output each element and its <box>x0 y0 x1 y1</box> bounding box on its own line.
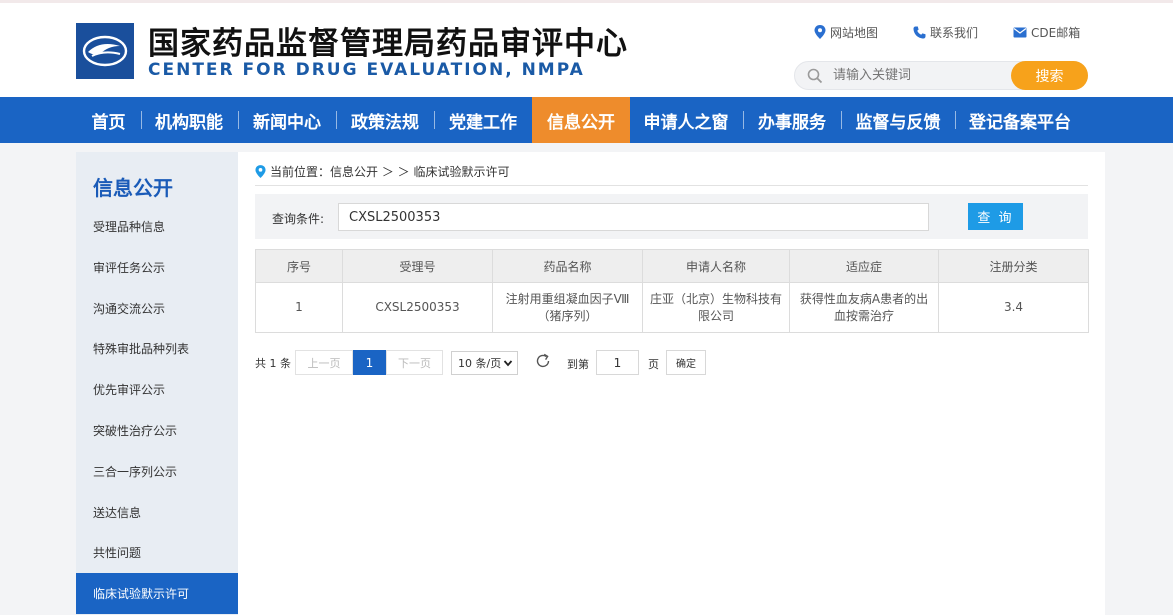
sitemap-label: 网站地图 <box>830 25 879 40</box>
site-header: 国家药品监督管理局药品审评中心 CENTER FOR DRUG EVALUATI… <box>0 0 1173 97</box>
sidebar-item-review-tasks[interactable]: 审评任务公示 <box>76 247 238 288</box>
search-icon <box>807 68 823 84</box>
nav-divider <box>955 111 956 129</box>
sidebar-item-priority-review[interactable]: 优先审评公示 <box>76 369 238 410</box>
site-search-button[interactable]: 搜索 <box>1011 61 1088 90</box>
col-header-index: 序号 <box>255 249 343 283</box>
goto-label: 到第 <box>567 358 589 371</box>
location-pin-icon <box>255 164 266 178</box>
nav-item-info-disclosure[interactable]: 信息公开 <box>532 97 630 143</box>
mail-label: CDE邮箱 <box>1031 25 1081 40</box>
nav-item-home[interactable]: 首页 <box>80 97 137 143</box>
col-header-indication: 适应症 <box>789 249 939 283</box>
breadcrumb-divider <box>255 185 1088 186</box>
mail-icon <box>1013 27 1027 37</box>
nav-divider <box>841 111 842 129</box>
page-size-value: 10 条/页 <box>458 357 502 370</box>
table-header-row: 序号 受理号 药品名称 申请人名称 适应症 注册分类 <box>255 249 1089 283</box>
nav-item-supervision[interactable]: 监督与反馈 <box>846 97 950 143</box>
cell-index: 1 <box>255 282 343 333</box>
nav-item-registration[interactable]: 登记备案平台 <box>960 97 1080 143</box>
sidebar-item-clinical-trial[interactable]: 临床试验默示许可 <box>76 573 238 614</box>
prev-page-button[interactable]: 上一页 <box>295 350 353 375</box>
refresh-icon[interactable] <box>535 353 551 369</box>
page-suffix: 页 <box>648 358 659 371</box>
page-size-select[interactable]: 10 条/页 <box>451 351 518 375</box>
nav-item-party[interactable]: 党建工作 <box>439 97 527 143</box>
chevron-down-icon <box>503 360 513 367</box>
sidebar-item-special-approval[interactable]: 特殊审批品种列表 <box>76 328 238 369</box>
sidebar-item-communication[interactable]: 沟通交流公示 <box>76 288 238 329</box>
site-search-input[interactable] <box>833 65 1003 86</box>
cell-registration-class: 3.4 <box>938 282 1089 333</box>
cell-applicant: 庄亚（北京）生物科技有限公司 <box>642 282 790 333</box>
sidebar: 信息公开 受理品种信息 审评任务公示 沟通交流公示 特殊审批品种列表 优先审评公… <box>76 152 238 615</box>
main-nav: 首页 机构职能 新闻中心 政策法规 党建工作 信息公开 申请人之窗 办事服务 监… <box>0 97 1173 143</box>
nav-divider <box>238 111 239 129</box>
breadcrumb-prefix: 当前位置： <box>270 164 331 179</box>
table-row: 1 CXSL2500353 注射用重组凝血因子Ⅷ（猪序列） 庄亚（北京）生物科技… <box>255 282 1089 333</box>
query-label: 查询条件: <box>272 212 325 226</box>
goto-page-input[interactable] <box>596 350 639 375</box>
cde-logo-mark-icon <box>82 35 128 67</box>
site-title-cn: 国家药品监督管理局药品审评中心 <box>148 26 628 62</box>
sidebar-item-breakthrough[interactable]: 突破性治疗公示 <box>76 410 238 451</box>
nav-item-applicant[interactable]: 申请人之窗 <box>634 97 738 143</box>
map-pin-icon <box>814 25 826 39</box>
col-header-acceptance-no: 受理号 <box>342 249 493 283</box>
top-accent-line <box>0 0 1173 3</box>
query-input[interactable] <box>338 203 929 231</box>
contact-link[interactable]: 联系我们 <box>913 24 978 40</box>
nav-divider <box>336 111 337 129</box>
phone-icon <box>913 26 926 38</box>
next-page-button[interactable]: 下一页 <box>386 350 443 375</box>
nav-divider <box>743 111 744 129</box>
nav-divider <box>434 111 435 129</box>
goto-confirm-button[interactable]: 确定 <box>666 350 706 375</box>
nav-item-news[interactable]: 新闻中心 <box>243 97 331 143</box>
nav-item-services[interactable]: 办事服务 <box>748 97 836 143</box>
contact-label: 联系我们 <box>930 25 979 40</box>
col-header-applicant: 申请人名称 <box>642 249 790 283</box>
sidebar-item-common-issues[interactable]: 共性问题 <box>76 532 238 573</box>
sidebar-item-delivery[interactable]: 送达信息 <box>76 492 238 533</box>
nav-divider <box>141 111 142 129</box>
cde-logo[interactable] <box>76 23 134 79</box>
cell-indication: 获得性血友病A患者的出血按需治疗 <box>789 282 939 333</box>
nav-item-policy[interactable]: 政策法规 <box>341 97 429 143</box>
col-header-drug-name: 药品名称 <box>492 249 643 283</box>
mail-link[interactable]: CDE邮箱 <box>1013 24 1080 40</box>
col-header-registration-class: 注册分类 <box>938 249 1089 283</box>
current-page[interactable]: 1 <box>353 350 386 375</box>
sidebar-item-three-in-one[interactable]: 三合一序列公示 <box>76 451 238 492</box>
breadcrumb: 当前位置： 信息公开 ＞ ＞ 临床试验默示许可 <box>255 162 509 180</box>
pagination-total: 共 1 条 <box>255 357 291 370</box>
site-title-en: CENTER FOR DRUG EVALUATION, NMPA <box>148 60 585 80</box>
cell-acceptance-no: CXSL2500353 <box>342 282 493 333</box>
breadcrumb-path: 信息公开 ＞ ＞ 临床试验默示许可 <box>330 164 510 179</box>
cell-drug-name: 注射用重组凝血因子Ⅷ（猪序列） <box>492 282 643 333</box>
nav-item-organization[interactable]: 机构职能 <box>145 97 233 143</box>
query-button[interactable]: 查 询 <box>968 203 1023 230</box>
sidebar-item-accepted-varieties[interactable]: 受理品种信息 <box>76 206 238 247</box>
results-table: 序号 受理号 药品名称 申请人名称 适应症 注册分类 1 CXSL2500353… <box>255 249 1089 333</box>
sidebar-title: 信息公开 <box>93 176 173 200</box>
sitemap-link[interactable]: 网站地图 <box>814 24 878 40</box>
